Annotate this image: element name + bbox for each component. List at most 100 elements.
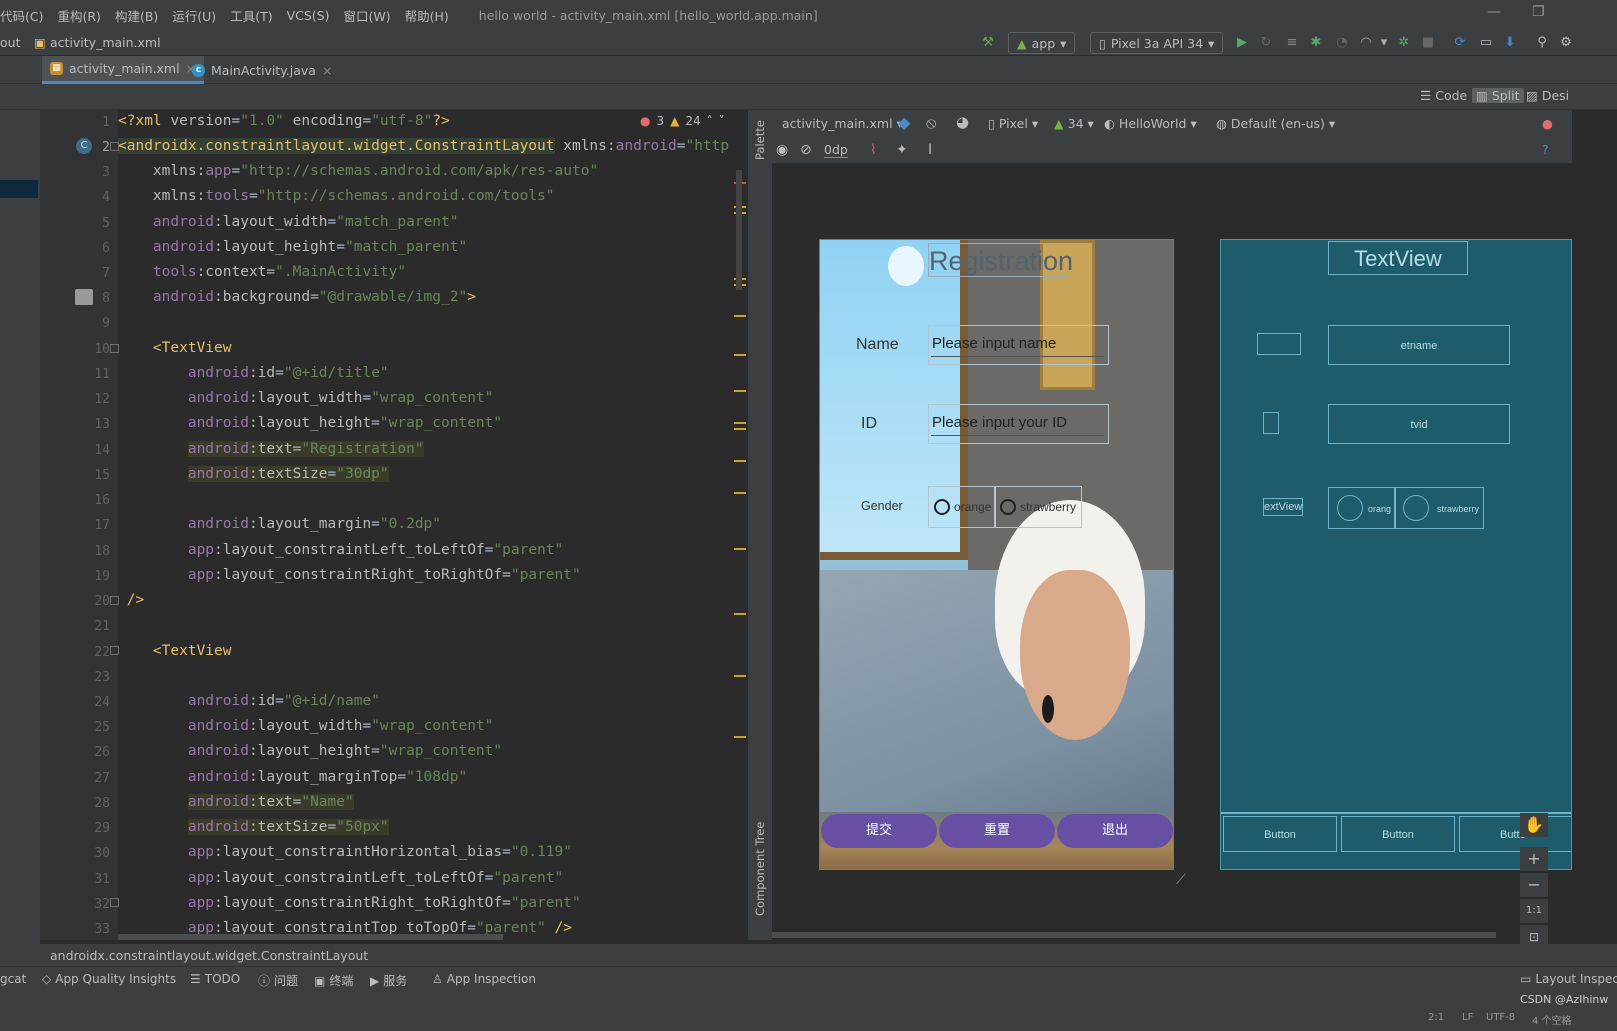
night-mode-icon[interactable]: ◕ [956, 113, 969, 131]
logcat-tab[interactable]: gcat [0, 972, 26, 986]
run-icon[interactable]: ▶ [1234, 35, 1250, 51]
image-preview-icon[interactable] [75, 289, 93, 305]
chevron-down-icon[interactable]: ˅ [719, 114, 725, 128]
bp-button-3[interactable]: Butto [1459, 816, 1571, 852]
indent-setting[interactable]: 4 个空格 [1532, 1012, 1572, 1027]
canvas-horizontal-scrollbar[interactable] [772, 932, 1496, 938]
line-number[interactable]: 17 [40, 518, 110, 533]
profile-icon[interactable]: ◔ [1334, 35, 1350, 51]
inspection-widget[interactable]: ● 3 ▲ 24 ˄ ˅ [640, 114, 725, 128]
pan-hand-icon[interactable]: ✋ [1520, 813, 1548, 837]
line-number[interactable]: 3 [40, 165, 110, 180]
rerun-icon[interactable]: ↻ [1258, 35, 1274, 51]
registration-title[interactable]: Registration [928, 243, 1073, 277]
warning-mark[interactable] [734, 675, 746, 677]
breadcrumb-parent[interactable]: out [0, 35, 20, 50]
app-quality-insights-tab[interactable]: ◇ App Quality Insights [42, 972, 176, 986]
line-number[interactable]: 27 [40, 771, 110, 786]
horizontal-scrollbar[interactable] [118, 934, 503, 940]
line-number[interactable]: 30 [40, 846, 110, 861]
line-number[interactable]: 1 [40, 115, 110, 130]
bp-radio-orange[interactable]: orang [1328, 487, 1396, 529]
coverage-icon[interactable]: ◠ [1358, 35, 1374, 51]
line-number[interactable]: 13 [40, 417, 110, 432]
line-number[interactable]: 15 [40, 468, 110, 483]
line-number[interactable]: 28 [40, 796, 110, 811]
hammer-icon[interactable]: ⚒ [980, 35, 996, 51]
fold-marker-icon[interactable] [110, 344, 119, 353]
warning-mark[interactable] [734, 315, 746, 317]
theme-selector[interactable]: ◐ HelloWorld ▾ [1104, 116, 1197, 131]
warning-mark[interactable] [734, 492, 746, 494]
line-number[interactable]: 23 [40, 670, 110, 685]
menu-window[interactable]: 窗口(W) [343, 6, 390, 25]
line-number[interactable]: 4 [40, 190, 110, 205]
warning-mark[interactable] [734, 613, 746, 615]
services-tab[interactable]: ▶ 服务 [370, 972, 407, 989]
layers-icon[interactable]: ◆ [898, 113, 910, 132]
name-label[interactable]: Name [856, 336, 899, 354]
stop-icon[interactable]: ■ [1420, 35, 1436, 51]
cursor-position[interactable]: 2:1 [1428, 1012, 1444, 1023]
warning-mark[interactable] [734, 548, 746, 550]
run-config-dropdown[interactable]: ▲ app ▾ [1008, 32, 1076, 54]
sdk-manager-icon[interactable]: ⬇ [1502, 35, 1518, 51]
warning-mark[interactable] [734, 460, 746, 462]
reset-button[interactable]: 重置 [939, 814, 1055, 848]
split-mode-button[interactable]: ▥ Split [1472, 88, 1524, 103]
line-number[interactable]: 31 [40, 872, 110, 887]
zoom-in-icon[interactable]: + [1520, 847, 1548, 871]
device-manager-icon[interactable]: ▭ [1478, 35, 1494, 51]
line-number[interactable]: 20 [40, 594, 110, 609]
orientation-icon[interactable]: ⦸ [926, 113, 936, 133]
line-number[interactable]: 12 [40, 392, 110, 407]
menu-build[interactable]: 构建(B) [115, 6, 158, 25]
todo-tab[interactable]: ☰ TODO [190, 972, 240, 986]
blueprint-preview[interactable]: TextView etname tvid extView orang straw… [1220, 239, 1572, 870]
line-number[interactable]: 5 [40, 216, 110, 231]
default-margin-button[interactable]: 0dp [824, 142, 848, 158]
line-number[interactable]: 18 [40, 544, 110, 559]
warning-mark[interactable] [734, 422, 746, 424]
error-stripe[interactable] [732, 110, 746, 940]
sync-gradle-icon[interactable]: ⟳ [1452, 35, 1468, 51]
vertical-scrollbar[interactable] [736, 170, 742, 290]
problems-tab[interactable]: ⓘ 问题 [258, 972, 298, 989]
bp-title[interactable]: TextView [1328, 241, 1468, 275]
submit-button[interactable]: 提交 [821, 814, 937, 848]
menu-vcs[interactable]: VCS(S) [287, 8, 330, 23]
menu-run[interactable]: 运行(U) [172, 6, 216, 25]
apply-changes-icon[interactable]: ≡ [1284, 35, 1300, 51]
device-dropdown[interactable]: ▯ Pixel 3a API 34 ▾ [1090, 32, 1224, 54]
line-number[interactable]: 10 [40, 342, 110, 357]
fold-marker-icon[interactable] [110, 898, 119, 907]
line-number[interactable]: 11 [40, 367, 110, 382]
code-editor[interactable]: <?xml version="1.0" encoding="utf-8"?> <… [118, 110, 746, 940]
fold-marker-icon[interactable] [110, 596, 119, 605]
phone-preview[interactable]: Registration Name Please input name ID P… [819, 239, 1174, 870]
warning-mark[interactable] [734, 390, 746, 392]
line-number[interactable]: 29 [40, 821, 110, 836]
line-separator[interactable]: LF [1462, 1012, 1473, 1023]
chevron-up-icon[interactable]: ˄ [707, 114, 713, 128]
bp-id-label[interactable] [1263, 412, 1279, 434]
tab-activity-main[interactable]: ▦ activity_main.xml × [42, 56, 205, 84]
line-number[interactable]: 2 [40, 140, 110, 155]
clear-constraints-icon[interactable]: ⌇ [870, 142, 877, 158]
zoom-actual-size[interactable]: 1:1 [1520, 899, 1548, 923]
warning-mark[interactable] [734, 354, 746, 356]
id-input[interactable]: Please input your ID [928, 404, 1109, 444]
warning-mark[interactable] [734, 736, 746, 738]
device-selector[interactable]: ▯ Pixel ▾ [988, 116, 1038, 131]
settings-icon[interactable]: ⚙ [1558, 35, 1574, 51]
line-number[interactable]: 16 [40, 493, 110, 508]
line-number[interactable]: 7 [40, 266, 110, 281]
exit-button[interactable]: 退出 [1057, 814, 1173, 848]
bp-etname[interactable]: etname [1328, 325, 1510, 365]
bp-name-label[interactable] [1257, 333, 1301, 355]
error-icon[interactable]: ● [1542, 116, 1553, 131]
line-number[interactable]: 9 [40, 316, 110, 331]
close-icon[interactable]: × [322, 63, 332, 78]
zoom-out-icon[interactable]: − [1520, 873, 1548, 897]
app-inspection-tab[interactable]: ♙ App Inspection [432, 972, 536, 986]
